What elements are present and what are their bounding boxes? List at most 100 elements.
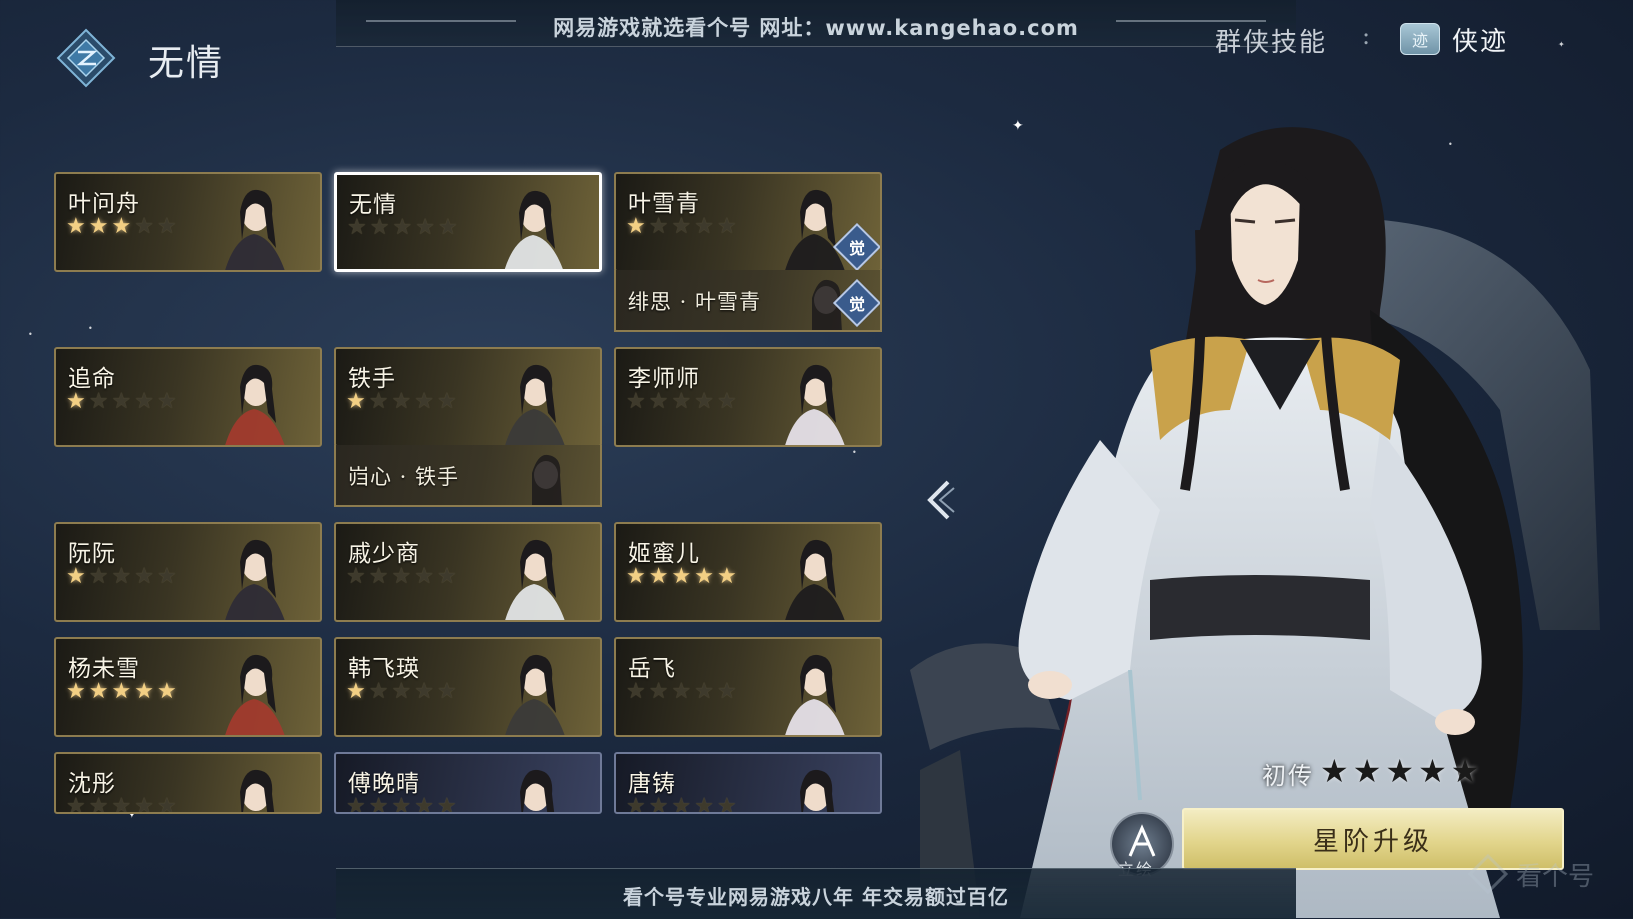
star-stage-icon: ★ xyxy=(1450,752,1480,790)
star-empty-icon: ★ xyxy=(694,214,714,239)
star-filled-icon: ★ xyxy=(111,214,132,239)
hero-card-stars: ★ ★ ★ ★ ★ xyxy=(626,566,737,588)
tab-separator: : xyxy=(1362,22,1371,50)
hero-card-stars: ★ ★ ★ ★ ★ xyxy=(66,391,177,413)
hero-portrait xyxy=(800,769,835,812)
hero-card-name: 唐铸 xyxy=(628,771,676,797)
hero-card[interactable]: 岳飞 ★ ★ ★ ★ ★ xyxy=(614,637,882,737)
hero-card[interactable]: 叶雪青 ★ ★ ★ ★ ★ 觉 xyxy=(614,172,882,272)
hero-portrait xyxy=(520,769,555,812)
hero-card[interactable]: 傅晚晴 ★ ★ ★ ★ ★ xyxy=(334,752,602,814)
hero-card-stars: ★ ★ ★ ★ ★ xyxy=(66,681,177,703)
star-empty-icon: ★ xyxy=(66,794,86,814)
star-empty-icon: ★ xyxy=(716,214,737,239)
hero-card[interactable]: 李师师 ★ ★ ★ ★ ★ xyxy=(614,347,882,447)
hero-portrait xyxy=(505,364,565,445)
hero-card-name: 叶雪青 xyxy=(628,191,700,217)
diamond-logo-icon[interactable] xyxy=(56,28,116,88)
hero-card-stars: ★ ★ ★ ★ ★ xyxy=(626,681,737,703)
star-empty-icon: ★ xyxy=(414,564,434,589)
star-empty-icon: ★ xyxy=(626,389,646,414)
watermark: 看个号 xyxy=(1468,854,1594,894)
bottom-banner: 看个号专业网易游戏八年 年交易额过百亿 xyxy=(336,868,1296,919)
star-filled-icon: ★ xyxy=(346,679,366,704)
hero-card-stars: ★ ★ ★ ★ ★ xyxy=(626,216,737,238)
hero-card-name: 李师师 xyxy=(628,366,700,392)
hero-card[interactable]: 追命 ★ ★ ★ ★ ★ xyxy=(54,347,322,447)
star-empty-icon: ★ xyxy=(648,214,669,239)
hero-card[interactable]: 韩飞瑛 ★ ★ ★ ★ ★ xyxy=(334,637,602,737)
hero-card-name: 铁手 xyxy=(348,366,396,392)
star-empty-icon: ★ xyxy=(156,794,177,814)
tab-hero-skills[interactable]: 群侠技能 xyxy=(1215,22,1327,59)
hero-portrait xyxy=(225,539,285,620)
star-filled-icon: ★ xyxy=(156,679,177,704)
star-empty-icon: ★ xyxy=(88,389,109,414)
star-empty-icon: ★ xyxy=(368,679,389,704)
star-empty-icon: ★ xyxy=(414,794,434,814)
hero-illustration xyxy=(910,127,1600,918)
star-empty-icon: ★ xyxy=(391,564,412,589)
hero-card-stars: ★ ★ ★ ★ ★ xyxy=(346,391,457,413)
hero-card[interactable]: 戚少商 ★ ★ ★ ★ ★ xyxy=(334,522,602,622)
star-empty-icon: ★ xyxy=(391,794,412,814)
star-empty-icon: ★ xyxy=(368,794,389,814)
star-filled-icon: ★ xyxy=(66,214,86,239)
watermark-logo-icon xyxy=(1468,854,1508,894)
star-empty-icon: ★ xyxy=(436,564,457,589)
top-banner-text: 网易游戏就选看个号 网址：www.kangehao.com xyxy=(553,16,1079,40)
star-empty-icon: ★ xyxy=(111,564,132,589)
hero-card-stars: ★ ★ ★ ★ ★ xyxy=(66,566,177,588)
hero-card-name: 杨未雪 xyxy=(68,656,140,682)
star-filled-icon: ★ xyxy=(88,679,109,704)
star-empty-icon: ★ xyxy=(368,389,389,414)
hero-portrait xyxy=(505,539,565,620)
hero-card-stars: ★ ★ ★ ★ ★ xyxy=(66,794,177,814)
hero-card[interactable]: 沈彤 ★ ★ ★ ★ ★ xyxy=(54,752,322,814)
star-empty-icon: ★ xyxy=(156,564,177,589)
hero-card-name: 沈彤 xyxy=(68,771,116,797)
star-filled-icon: ★ xyxy=(626,564,646,589)
hero-card[interactable]: 姬蜜儿 ★ ★ ★ ★ ★ xyxy=(614,522,882,622)
star-filled-icon: ★ xyxy=(88,214,109,239)
star-empty-icon: ★ xyxy=(88,564,109,589)
hero-portrait xyxy=(225,364,285,445)
hero-card[interactable]: 杨未雪 ★ ★ ★ ★ ★ xyxy=(54,637,322,737)
star-empty-icon: ★ xyxy=(437,215,458,240)
hero-card[interactable]: 阮阮 ★ ★ ★ ★ ★ xyxy=(54,522,322,622)
hero-card-stars: ★ ★ ★ ★ ★ xyxy=(347,217,458,239)
hero-variant-card[interactable]: 绯思 · 叶雪青觉 xyxy=(614,270,882,332)
star-empty-icon: ★ xyxy=(415,215,435,240)
star-empty-icon: ★ xyxy=(716,389,737,414)
hero-card[interactable]: 唐铸 ★ ★ ★ ★ ★ xyxy=(614,752,882,814)
star-empty-icon: ★ xyxy=(346,794,366,814)
hero-card-name: 韩飞瑛 xyxy=(348,656,420,682)
star-stage-icon: ★ xyxy=(1320,752,1349,790)
star-filled-icon: ★ xyxy=(648,564,669,589)
hero-card[interactable]: 无情 ★ ★ ★ ★ ★ xyxy=(334,172,602,272)
star-filled-icon: ★ xyxy=(111,679,132,704)
hero-card[interactable]: 铁手 ★ ★ ★ ★ ★ xyxy=(334,347,602,447)
star-filled-icon: ★ xyxy=(716,564,737,589)
star-empty-icon: ★ xyxy=(648,389,669,414)
star-empty-icon: ★ xyxy=(626,794,646,814)
star-empty-icon: ★ xyxy=(694,389,714,414)
hero-card-name: 傅晚晴 xyxy=(348,771,420,797)
hero-variant-portrait xyxy=(532,454,562,505)
hero-card[interactable]: 叶问舟 ★ ★ ★ ★ ★ xyxy=(54,172,322,272)
hero-card-stars: ★ ★ ★ ★ ★ xyxy=(346,794,457,814)
hero-card-stars: ★ ★ ★ ★ ★ xyxy=(626,391,737,413)
star-empty-icon: ★ xyxy=(436,794,457,814)
hero-variant-name: 岿心 · 铁手 xyxy=(348,465,460,489)
hero-card-name: 叶问舟 xyxy=(68,191,140,217)
star-empty-icon: ★ xyxy=(671,389,692,414)
page-title: 无情 xyxy=(148,43,225,84)
star-empty-icon: ★ xyxy=(156,389,177,414)
star-empty-icon: ★ xyxy=(716,679,737,704)
star-empty-icon: ★ xyxy=(414,679,434,704)
star-stage-label: 初传 xyxy=(1262,762,1314,790)
hero-variant-card[interactable]: 岿心 · 铁手 xyxy=(334,445,602,507)
ticket-icon: 迹 xyxy=(1400,23,1440,55)
star-empty-icon: ★ xyxy=(156,214,177,239)
tab-hero-trail[interactable]: 迹 侠迹 xyxy=(1400,16,1508,62)
